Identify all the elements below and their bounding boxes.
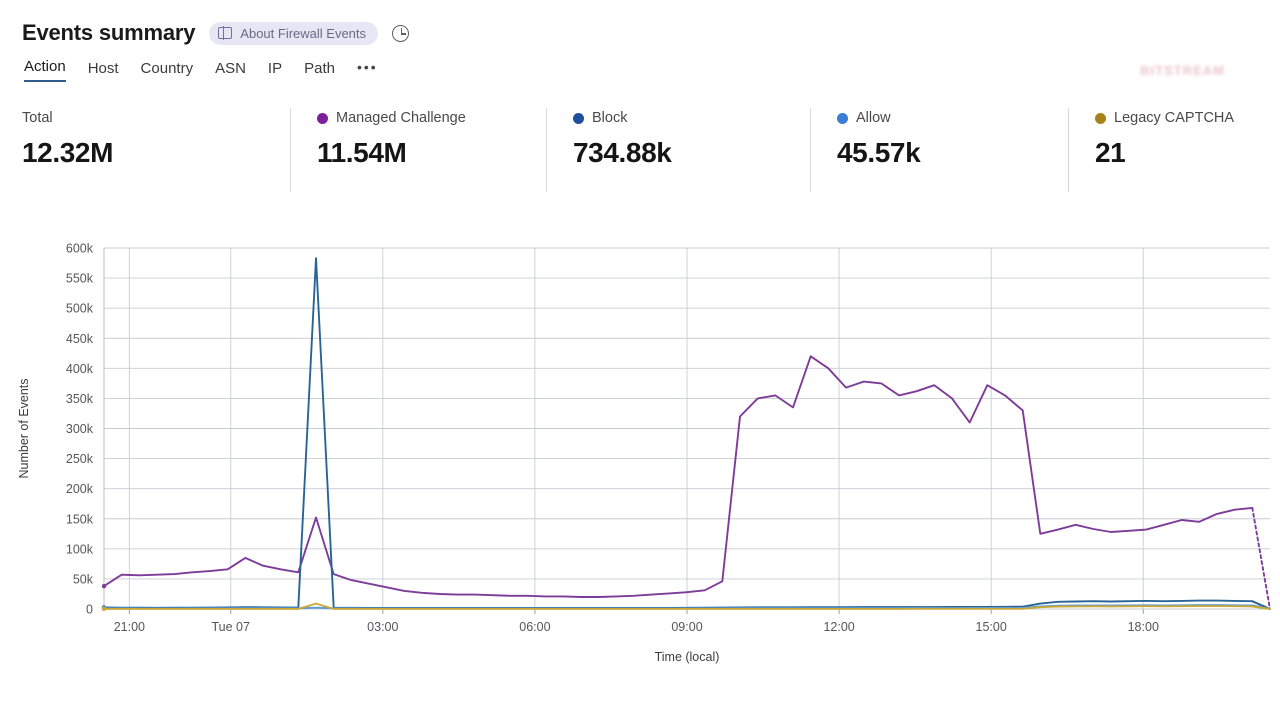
x-axis-title: Time (local) (655, 650, 720, 664)
y-axis-title: Number of Events (17, 378, 31, 478)
stats-row: Total 12.32M Managed Challenge 11.54M Bl… (0, 108, 1280, 192)
x-axis-tick-label: 21:00 (114, 620, 145, 634)
tab-ip[interactable]: IP (268, 60, 282, 82)
y-axis-tick-label: 150k (66, 512, 94, 526)
y-axis-tick-label: 500k (66, 302, 94, 316)
tab-host[interactable]: Host (88, 60, 119, 82)
events-timeseries-chart: 0 50k 100k 150k 200k 250k 300k 350k 400k 450k 500k… (0, 234, 1280, 664)
tab-asn[interactable]: ASN (215, 60, 246, 82)
managed-challenge-color-dot (317, 112, 328, 124)
y-axis-tick-label: 400k (66, 362, 94, 376)
y-axis-tick-label: 450k (66, 332, 94, 346)
y-axis-tick-label: 50k (73, 572, 94, 586)
about-firewall-events-label: About Firewall Events (240, 25, 367, 41)
tab-more-button[interactable]: ••• (357, 59, 378, 82)
tab-bar: Action Host Country ASN IP Path ••• (0, 46, 1280, 82)
stat-block-label-row: Block (573, 108, 792, 128)
x-axis-tick-label: 12:00 (823, 620, 854, 634)
x-axis-tick-label: 18:00 (1128, 620, 1159, 634)
tab-country[interactable]: Country (141, 60, 194, 82)
stat-allow-label: Allow (856, 110, 891, 126)
series-line-managed-challenge (103, 355, 1254, 598)
y-axis-tick-label: 300k (66, 422, 94, 436)
stat-total: Total 12.32M (22, 108, 290, 192)
stat-block-label: Block (592, 110, 628, 126)
tab-path[interactable]: Path (304, 60, 335, 82)
stat-total-label-row: Total (22, 108, 272, 128)
series-start-marker (101, 606, 107, 612)
x-axis-tick-label: 03:00 (367, 620, 398, 634)
y-axis-tick-label: 200k (66, 482, 94, 496)
chart-canvas[interactable]: 0 50k 100k 150k 200k 250k 300k 350k 400k 450k 500k… (8, 234, 1280, 664)
allow-color-dot (837, 112, 848, 124)
series-start-marker (101, 583, 107, 589)
x-axis-tick-label: 09:00 (671, 620, 702, 634)
y-axis-tick-label: 350k (66, 392, 94, 406)
stat-legacy-captcha-value: 21 (1095, 137, 1126, 168)
page-title: Events summary (22, 20, 196, 45)
stat-managed-challenge-label: Managed Challenge (336, 110, 466, 126)
stat-managed-challenge: Managed Challenge 11.54M (290, 108, 546, 192)
stat-total-label: Total (22, 110, 53, 126)
y-axis-tick-label: 100k (66, 542, 94, 556)
bottom-edge-fade (0, 708, 1280, 720)
page-header: Events summary About Firewall Events (0, 0, 1280, 46)
x-axis-tick-label: 15:00 (976, 620, 1007, 634)
tab-action[interactable]: Action (24, 58, 66, 82)
stat-managed-challenge-value: 11.54M (317, 137, 407, 168)
block-color-dot (573, 112, 584, 124)
y-axis-tick-label: 250k (66, 452, 94, 466)
y-axis-tick-label: 0 (86, 603, 93, 617)
y-axis-tick-label: 550k (66, 272, 94, 286)
x-axis-tick-label: 06:00 (519, 620, 550, 634)
stat-legacy-captcha: Legacy CAPTCHA 21 (1068, 108, 1268, 192)
stat-allow-value: 45.57k (837, 137, 921, 168)
y-axis-tick-label: 600k (66, 242, 94, 256)
stat-allow-label-row: Allow (837, 108, 1050, 128)
legacy-captcha-color-dot (1095, 112, 1106, 124)
stat-legacy-captcha-label-row: Legacy CAPTCHA (1095, 108, 1250, 128)
about-firewall-events-link[interactable]: About Firewall Events (209, 21, 379, 45)
stat-block-value: 734.88k (573, 137, 672, 168)
x-axis-tick-label: Tue 07 (212, 620, 251, 634)
stat-block: Block 734.88k (546, 108, 810, 192)
stat-allow: Allow 45.57k (810, 108, 1068, 192)
book-icon (218, 26, 233, 40)
stat-managed-challenge-label-row: Managed Challenge (317, 108, 528, 128)
pie-clock-icon[interactable] (392, 24, 410, 42)
stat-legacy-captcha-label: Legacy CAPTCHA (1114, 110, 1235, 126)
stat-total-value: 12.32M (22, 137, 113, 168)
series-dashed-tail-managed-challenge (1251, 506, 1271, 610)
